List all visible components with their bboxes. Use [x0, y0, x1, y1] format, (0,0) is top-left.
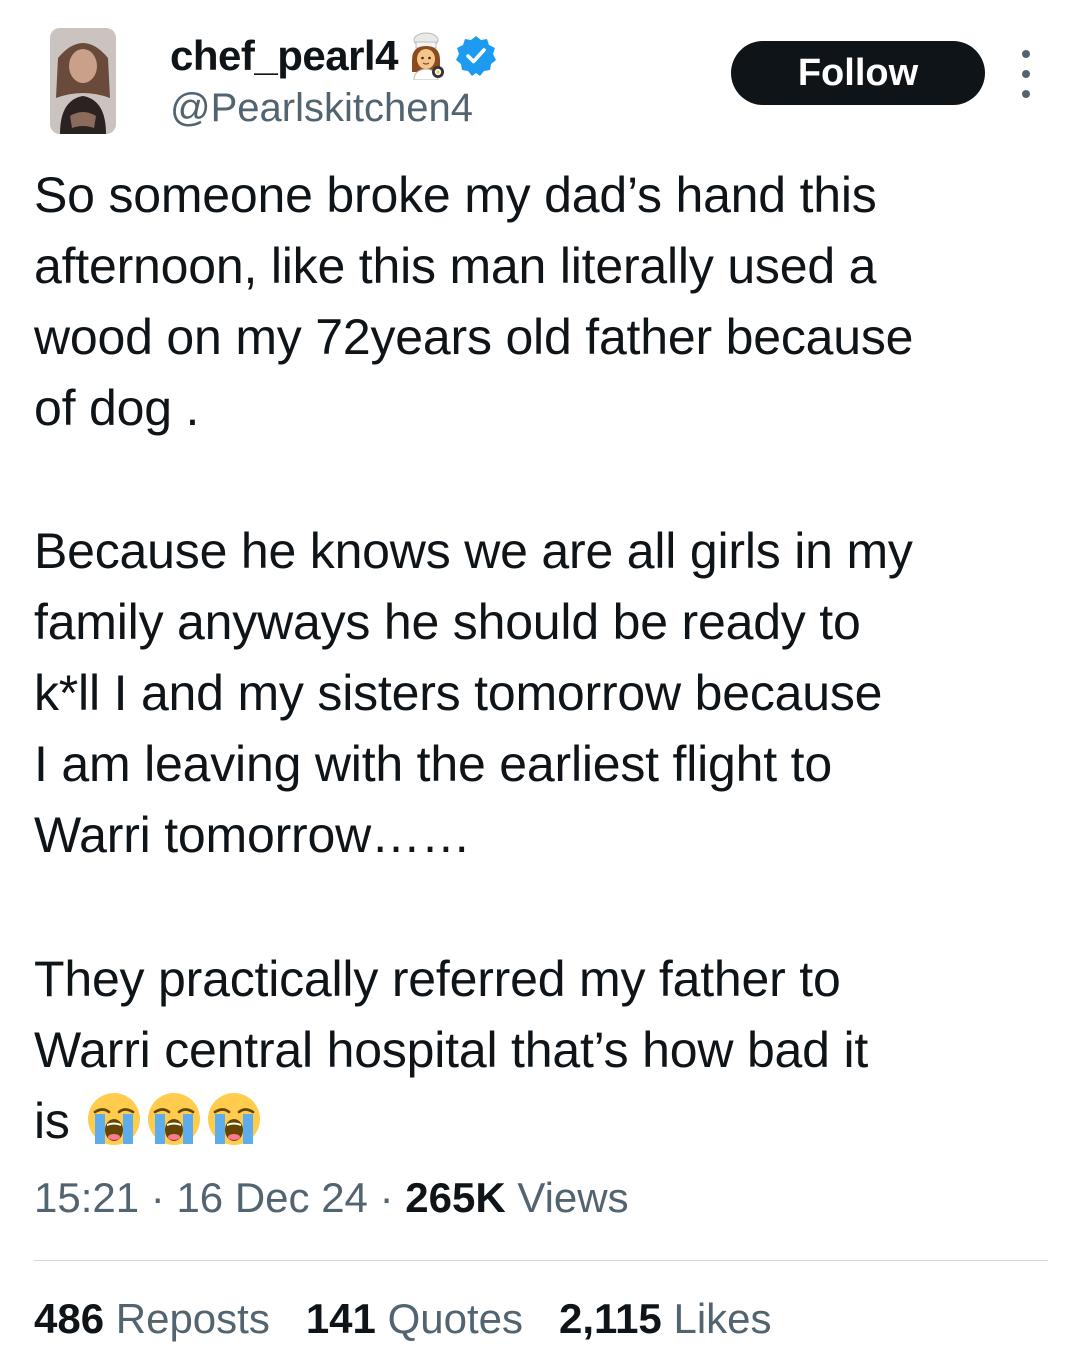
likes-stat[interactable]: 2,115 Likes [559, 1295, 772, 1343]
loudly-crying-face-icon [208, 1093, 261, 1145]
tweet-paragraph: Because he knows we are all girls in my … [34, 523, 913, 863]
tweet-paragraph: They practically referred my father to W… [34, 944, 1044, 1157]
more-dot [1022, 70, 1030, 78]
views-count: 265K [405, 1174, 506, 1221]
loudly-crying-face-icon [88, 1093, 141, 1145]
reposts-stat[interactable]: 486 Reposts [34, 1295, 270, 1343]
more-dot [1022, 90, 1030, 98]
tweet-time[interactable]: 15:21 [34, 1174, 139, 1221]
meta-separator: · [150, 1174, 165, 1221]
engagement-stats: 486 Reposts 141 Quotes 2,115 Likes [34, 1295, 808, 1343]
avatar-photo [50, 28, 116, 134]
author-handle[interactable]: @Pearlskitchen4 [170, 86, 473, 131]
quotes-label: Quotes [387, 1295, 523, 1342]
quotes-stat[interactable]: 141 Quotes [306, 1295, 523, 1343]
follow-button[interactable]: Follow [731, 41, 985, 105]
author-display-name[interactable]: chef_pearl4 [170, 32, 398, 80]
woman-cook-emoji-icon [411, 32, 444, 80]
author-name-row[interactable]: chef_pearl4 [170, 30, 498, 82]
tweet-date[interactable]: 16 Dec 24 [176, 1174, 367, 1221]
quotes-count: 141 [305, 1295, 376, 1342]
views-label: Views [517, 1174, 629, 1221]
tweet-meta: 15:21 · 16 Dec 24 · 265K Views [34, 1174, 629, 1222]
loudly-crying-face-icon [148, 1093, 201, 1145]
reposts-count: 486 [34, 1295, 105, 1342]
verified-badge-icon[interactable] [454, 34, 498, 78]
more-options-icon[interactable] [1012, 50, 1040, 98]
tweet-paragraph: So someone broke my dad’s hand this afte… [34, 167, 914, 436]
divider [34, 1260, 1048, 1261]
likes-count: 2,115 [559, 1295, 662, 1342]
meta-separator: · [379, 1174, 394, 1221]
reposts-label: Reposts [115, 1295, 270, 1342]
likes-label: Likes [673, 1295, 772, 1342]
more-dot [1022, 50, 1030, 58]
avatar[interactable] [50, 28, 116, 134]
